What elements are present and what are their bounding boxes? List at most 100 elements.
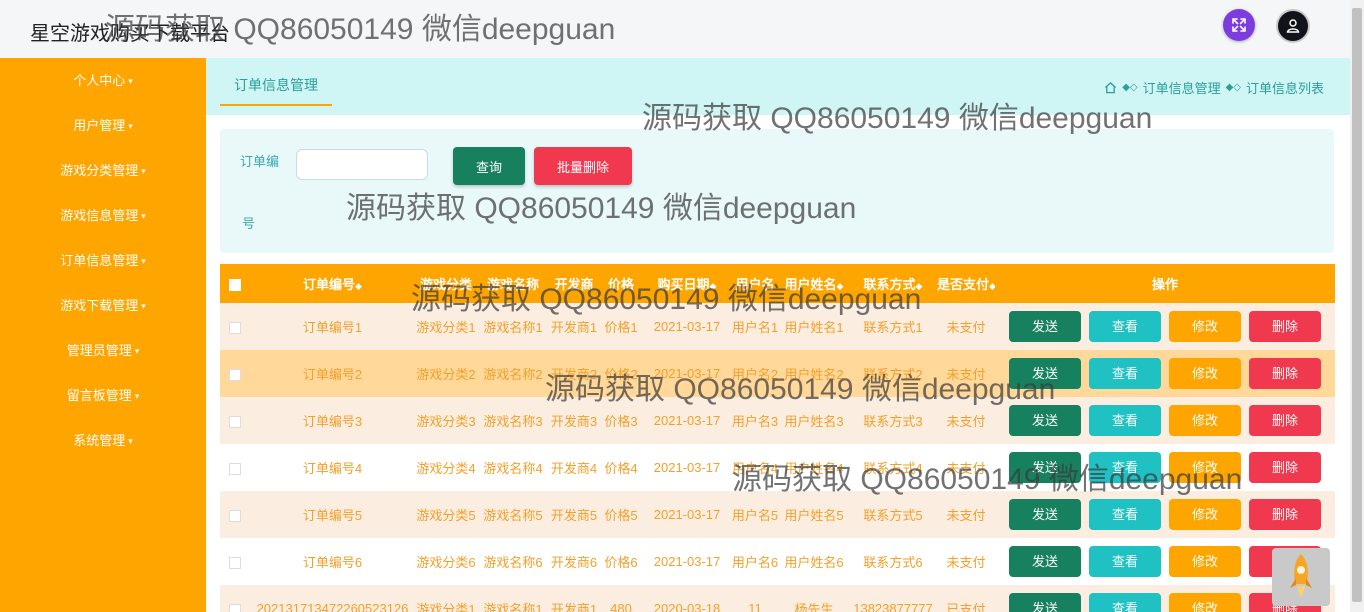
delete-button[interactable]: 删除 — [1249, 499, 1321, 530]
row-checkbox[interactable] — [220, 538, 250, 585]
order-number-input[interactable] — [296, 149, 428, 180]
select-all-checkbox[interactable] — [220, 264, 250, 303]
send-button[interactable]: 发送 — [1009, 452, 1081, 483]
fullscreen-icon[interactable] — [1223, 9, 1255, 41]
table-cell: 480 — [610, 601, 632, 612]
sidebar-item-message-board[interactable]: 留言板管理 ▾ — [0, 373, 206, 418]
chevron-down-icon: ▾ — [134, 346, 140, 357]
col-price: 价格 — [607, 277, 634, 292]
top-bar: 星空游戏购买下载平台 — [0, 0, 1350, 59]
edit-button[interactable]: 修改 — [1169, 546, 1241, 577]
table-cell: 未支付 — [946, 461, 986, 476]
view-button[interactable]: 查看 — [1089, 452, 1161, 483]
table-cell: 价格6 — [604, 555, 638, 570]
view-button[interactable]: 查看 — [1089, 358, 1161, 389]
view-button[interactable]: 查看 — [1089, 546, 1161, 577]
col-purchase-date[interactable]: 购买日期◆ — [643, 264, 731, 303]
table-row: 订单编号6 游戏分类6 游戏名称6 开发商6 价格6 2021-03-17 用户名6 用户姓名… — [220, 538, 1335, 585]
sidebar-item-admins[interactable]: 管理员管理 ▾ — [0, 328, 206, 373]
back-to-top-rocket-icon[interactable] — [1272, 548, 1330, 606]
breadcrumb-current: 订单信息列表 — [1245, 81, 1324, 96]
row-actions: 发送查看修改删除 — [995, 444, 1335, 491]
row-actions: 发送查看修改删除 — [995, 350, 1335, 397]
col-game-name: 游戏名称 — [486, 277, 539, 292]
send-button[interactable]: 发送 — [1009, 405, 1081, 436]
sidebar-item-orders[interactable]: 订单信息管理 ▾ — [0, 238, 206, 283]
row-checkbox[interactable] — [220, 303, 250, 350]
send-button[interactable]: 发送 — [1009, 593, 1081, 612]
chevron-down-icon: ▾ — [141, 301, 146, 312]
send-button[interactable]: 发送 — [1009, 311, 1081, 342]
table-cell: 游戏名称5 — [483, 508, 543, 523]
table-cell: 未支付 — [946, 414, 986, 429]
row-checkbox[interactable] — [220, 444, 250, 491]
row-checkbox[interactable] — [220, 350, 250, 397]
user-avatar-icon[interactable] — [1276, 9, 1310, 43]
table-cell: 订单编号6 — [302, 555, 363, 570]
table-cell: 订单编号1 — [302, 320, 363, 335]
edit-button[interactable]: 修改 — [1169, 358, 1241, 389]
delete-button[interactable]: 删除 — [1249, 405, 1321, 436]
sidebar-item-game-downloads[interactable]: 游戏下载管理 ▾ — [0, 283, 206, 328]
table-cell: 游戏分类5 — [416, 508, 476, 523]
view-button[interactable]: 查看 — [1089, 405, 1161, 436]
delete-button[interactable]: 删除 — [1249, 358, 1321, 389]
row-checkbox[interactable] — [220, 585, 250, 612]
breadcrumb-item[interactable]: 订单信息管理 — [1143, 78, 1221, 97]
row-checkbox[interactable] — [220, 491, 250, 538]
table-cell: 13823877777 — [853, 601, 933, 612]
edit-button[interactable]: 修改 — [1169, 311, 1241, 342]
table-cell: 开发商2 — [550, 367, 598, 382]
table-cell: 价格2 — [604, 367, 638, 382]
edit-button[interactable]: 修改 — [1169, 593, 1241, 612]
user-icon — [1286, 19, 1300, 33]
table-cell: 游戏分类1 — [416, 602, 476, 612]
view-button[interactable]: 查看 — [1089, 311, 1161, 342]
edit-button[interactable]: 修改 — [1169, 499, 1241, 530]
expand-arrows-icon — [1232, 18, 1246, 32]
table-cell: 游戏分类1 — [416, 320, 476, 335]
edit-button[interactable]: 修改 — [1169, 405, 1241, 436]
table-cell: 开发商6 — [550, 555, 598, 570]
sidebar-item-game-categories[interactable]: 游戏分类管理 ▾ — [0, 148, 206, 193]
table-cell: 用户名1 — [731, 320, 779, 335]
sidebar-item-game-info[interactable]: 游戏信息管理 ▾ — [0, 193, 206, 238]
table-cell: 开发商4 — [550, 461, 598, 476]
sidebar-item-users[interactable]: 用户管理 ▾ — [0, 103, 206, 148]
scrollbar-thumb[interactable] — [1352, 8, 1362, 602]
search-panel: 订单编 号 查询 批量删除 — [220, 129, 1334, 253]
table-cell: 联系方式3 — [863, 414, 923, 429]
col-paid[interactable]: 是否支付◆ — [937, 264, 995, 303]
table-row: 订单编号3 游戏分类3 游戏名称3 开发商3 价格3 2021-03-17 用户名3 用户姓名… — [220, 397, 1335, 444]
vertical-scrollbar[interactable] — [1350, 0, 1364, 612]
view-button[interactable]: 查看 — [1089, 499, 1161, 530]
delete-button[interactable]: 删除 — [1249, 311, 1321, 342]
query-button[interactable]: 查询 — [453, 147, 525, 185]
home-icon[interactable] — [1104, 81, 1117, 94]
table-cell: 联系方式4 — [863, 461, 923, 476]
table-cell: 11 — [748, 601, 762, 612]
table-cell: 杨先生 — [794, 602, 834, 612]
send-button[interactable]: 发送 — [1009, 499, 1081, 530]
table-cell: 游戏名称1 — [483, 320, 543, 335]
delete-button[interactable]: 删除 — [1249, 452, 1321, 483]
send-button[interactable]: 发送 — [1009, 546, 1081, 577]
col-order-no[interactable]: 订单编号◆ — [250, 264, 415, 303]
send-button[interactable]: 发送 — [1009, 358, 1081, 389]
sidebar-item-personal-center[interactable]: 个人中心 ▾ — [0, 58, 206, 103]
table-cell: 未支付 — [946, 508, 986, 523]
table-cell: 202131713472260523126 — [256, 601, 409, 612]
row-checkbox[interactable] — [220, 397, 250, 444]
col-contact[interactable]: 联系方式◆ — [849, 264, 937, 303]
col-real-name[interactable]: 用户姓名◆ — [779, 264, 849, 303]
breadcrumb-separator-icon: ◆◇ — [1122, 82, 1138, 93]
batch-delete-button[interactable]: 批量删除 — [534, 147, 632, 185]
tab-order-management[interactable]: 订单信息管理 — [220, 58, 332, 106]
edit-button[interactable]: 修改 — [1169, 452, 1241, 483]
table-cell: 用户姓名4 — [784, 461, 844, 476]
table-cell: 订单编号3 — [302, 414, 363, 429]
view-button[interactable]: 查看 — [1089, 593, 1161, 612]
sidebar-item-system[interactable]: 系统管理 ▾ — [0, 418, 206, 463]
table-cell: 订单编号2 — [302, 367, 363, 382]
table-cell: 价格1 — [604, 320, 638, 335]
